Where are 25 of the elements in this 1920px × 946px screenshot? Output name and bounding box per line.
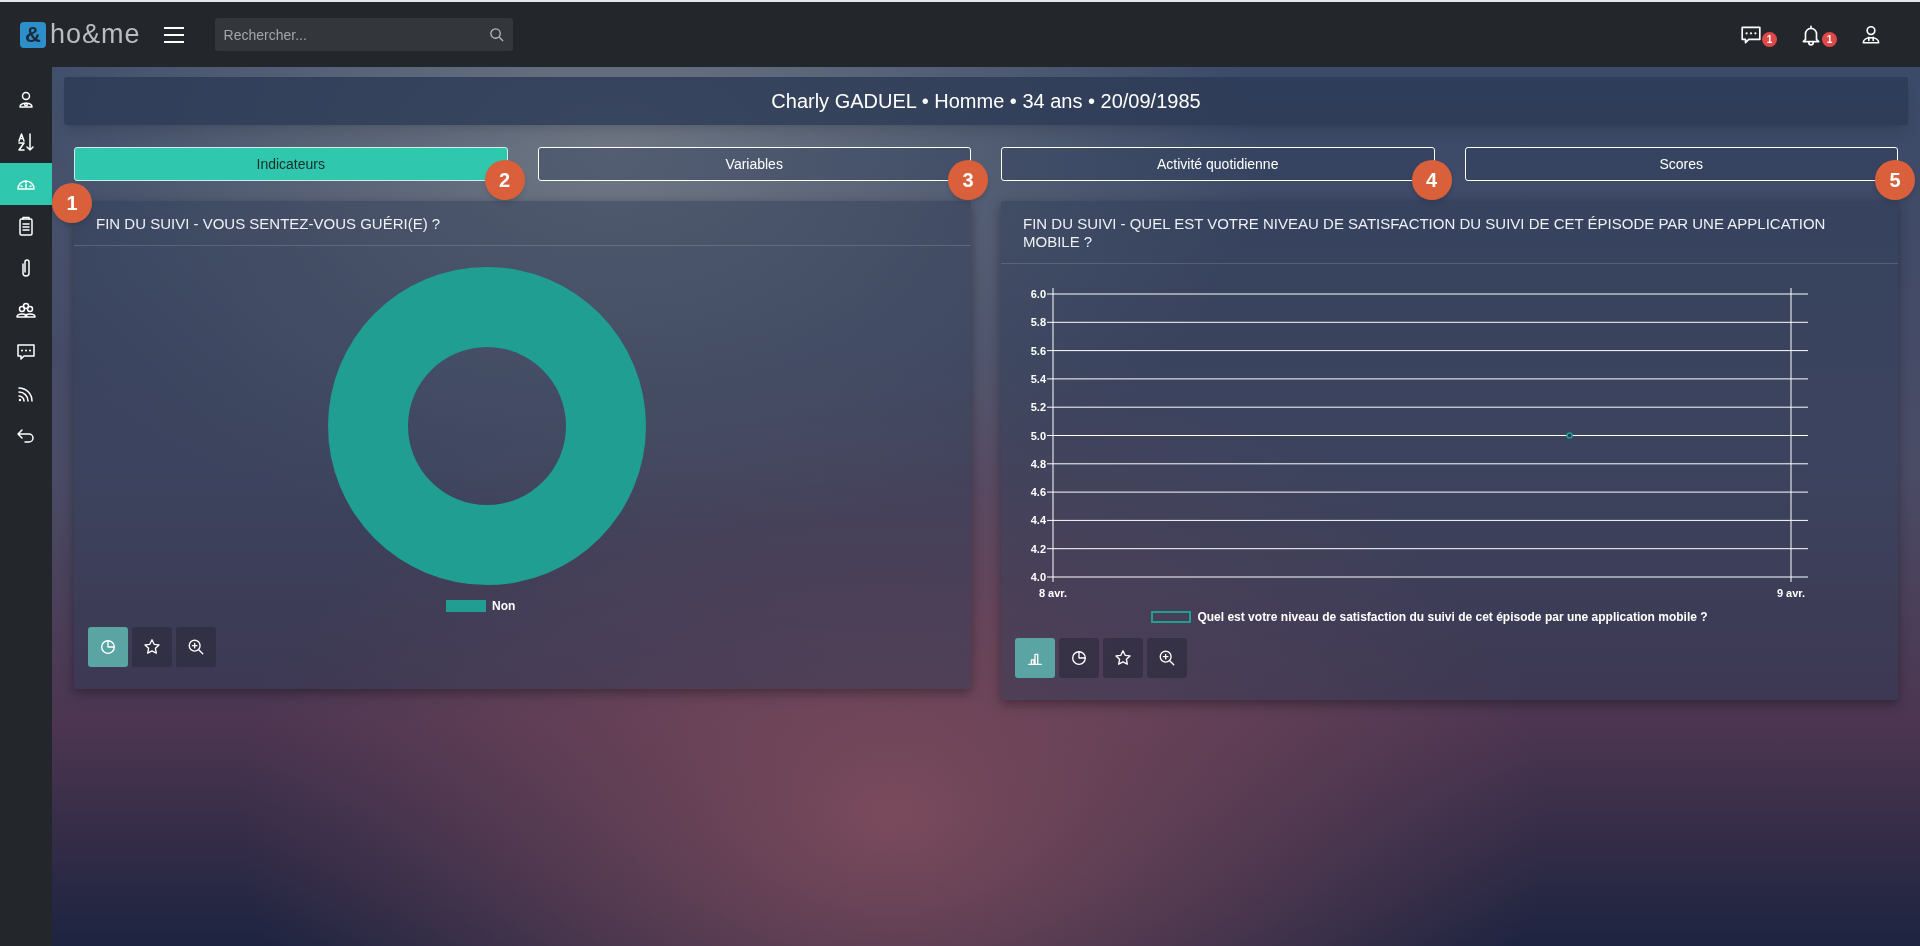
step-number-marker: 2 (484, 160, 525, 200)
axis-tick-label: 4.6 (1030, 486, 1046, 499)
count-badge: 1 (1822, 31, 1837, 47)
axis-tick-label: 4.4 (1030, 514, 1046, 527)
step-number-marker: 5 (1875, 160, 1915, 200)
card-title: FIN DU SUIVI - QUEL EST VOTRE NIVEAU DE SATISFACTION DU SUIVI DE CET ÉPISODE PAR UNE APPLICATION MOBILE ? (1001, 201, 1898, 264)
axis-tick-label: 5.8 (1030, 316, 1046, 329)
axis-tick-label: 5.4 (1030, 372, 1046, 385)
legend-label: Non (492, 598, 516, 615)
axis-tick-label: 5.0 (1030, 429, 1046, 442)
axis-tick-label: 4.8 (1030, 457, 1046, 470)
step-number-marker: 3 (948, 160, 988, 200)
count-badge: 1 (1762, 31, 1777, 47)
axis-tick-label: 8 avr. (1038, 587, 1068, 599)
logo-text: ho&me (50, 18, 141, 52)
axis-tick-label: 6.0 (1030, 288, 1046, 300)
axis-tick-label: 5.6 (1030, 344, 1046, 357)
legend-label: Quel est votre niveau de satisfaction du suivi de cet épisode par une application mobile ? (1197, 609, 1708, 626)
step-number-marker: 4 (1411, 160, 1452, 200)
patient-header: Charly GADUEL • Homme • 34 ans • 20/09/1985 (64, 77, 1908, 125)
axis-tick-label: 4.0 (1030, 571, 1046, 583)
axis-tick-label: 5.2 (1030, 401, 1046, 414)
axis-tick-label: 4.2 (1030, 542, 1046, 555)
axis-tick-label: 9 avr. (1776, 587, 1806, 599)
logo-mark: & (20, 21, 46, 48)
